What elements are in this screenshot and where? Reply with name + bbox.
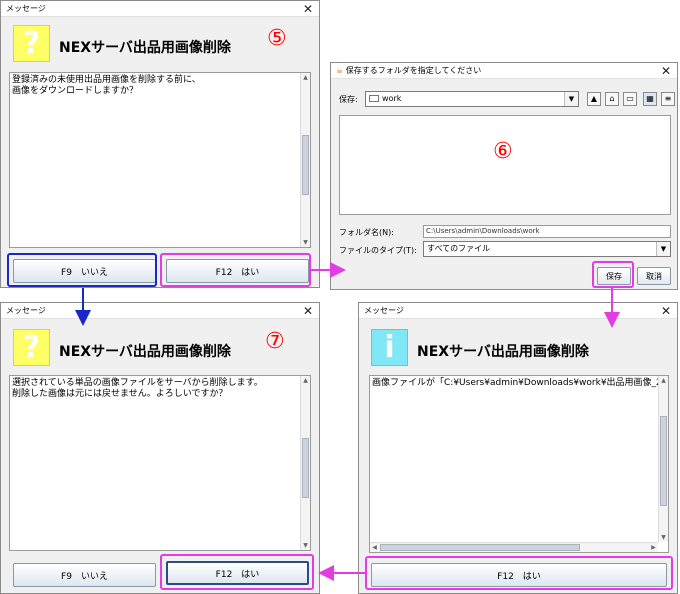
java-icon: ☕: [336, 66, 344, 75]
question-icon: ?: [13, 329, 50, 366]
chevron-down-icon[interactable]: ▼: [656, 242, 670, 256]
window-title: メッセージ: [6, 4, 46, 13]
folder-list-area[interactable]: [339, 115, 671, 215]
list-view-icon[interactable]: ▦: [643, 92, 657, 106]
info-icon: i: [371, 329, 408, 366]
close-icon[interactable]: ✕: [301, 303, 315, 319]
message-text: 選択されている単品の画像ファイルをサーバから削除します。 削除した画像は元には戻…: [12, 378, 263, 399]
save-in-label: 保存:: [339, 95, 358, 104]
scroll-thumb[interactable]: [380, 544, 580, 551]
scroll-down-icon[interactable]: ▼: [659, 533, 668, 542]
no-button-highlight: [7, 253, 157, 287]
window-title: ☕ 保存するフォルダを指定してください: [336, 65, 481, 76]
dialog-heading: NEXサーバ出品用画像削除: [417, 344, 589, 360]
step-number: ⑦: [265, 329, 285, 354]
message-dialog-delete-confirm: メッセージ ✕ ? NEXサーバ出品用画像削除 ⑦ 選択されている単品の画像ファ…: [0, 302, 320, 594]
message-text: 登録済みの未使用出品用画像を削除する前に、 画像をダウンロードしますか？: [12, 75, 201, 96]
window-title-text: 保存するフォルダを指定してください: [345, 66, 482, 75]
details-view-icon[interactable]: ≡: [661, 92, 675, 106]
close-icon[interactable]: ✕: [301, 1, 315, 17]
vertical-scrollbar[interactable]: ▲ ▼: [300, 376, 310, 550]
scroll-down-icon[interactable]: ▼: [301, 238, 310, 247]
scroll-up-icon[interactable]: ▲: [301, 376, 310, 385]
scroll-thumb[interactable]: [660, 416, 667, 506]
no-button[interactable]: F9 いいえ: [13, 563, 156, 587]
message-area: 登録済みの未使用出品用画像を削除する前に、 画像をダウンロードしますか？ ▲ ▼: [9, 72, 311, 248]
horizontal-scrollbar[interactable]: ◀ ▶: [370, 542, 658, 552]
save-in-select[interactable]: work ▼: [365, 91, 579, 107]
vertical-scrollbar[interactable]: ▲ ▼: [300, 73, 310, 247]
window-title: メッセージ: [364, 306, 404, 315]
save-button-highlight: [592, 261, 634, 288]
file-type-select[interactable]: すべてのファイル ▼: [423, 241, 671, 257]
file-type-value: すべてのファイル: [427, 244, 491, 253]
message-area: 選択されている単品の画像ファイルをサーバから削除します。 削除した画像は元には戻…: [9, 375, 311, 551]
folder-name-label: フォルダ名(N):: [339, 228, 394, 237]
folder-icon: [369, 95, 379, 102]
scroll-thumb[interactable]: [302, 135, 309, 195]
message-dialog-info: メッセージ ✕ i NEXサーバ出品用画像削除 画像ファイルが「C:¥Users…: [358, 302, 678, 594]
title-bar: メッセージ ✕: [1, 303, 319, 319]
scroll-up-icon[interactable]: ▲: [301, 73, 310, 82]
home-icon[interactable]: ⌂: [605, 92, 619, 106]
close-icon[interactable]: ✕: [659, 63, 673, 79]
cancel-button[interactable]: 取消: [637, 267, 671, 285]
title-bar: メッセージ ✕: [1, 1, 319, 17]
scroll-up-icon[interactable]: ▲: [659, 376, 668, 385]
question-icon: ?: [13, 25, 50, 62]
vertical-scrollbar[interactable]: ▲ ▼: [658, 376, 668, 542]
close-icon[interactable]: ✕: [659, 303, 673, 319]
title-bar: メッセージ ✕: [359, 303, 677, 319]
save-folder-dialog: ☕ 保存するフォルダを指定してください ✕ 保存: work ▼ ▲ ⌂ ▭ ▦…: [330, 62, 678, 290]
scroll-right-icon[interactable]: ▶: [649, 543, 658, 552]
step-number: ⑤: [267, 26, 287, 51]
message-dialog-download: メッセージ ✕ ? NEXサーバ出品用画像削除 ⑤ 登録済みの未使用出品用画像を…: [0, 0, 320, 288]
dialog-heading: NEXサーバ出品用画像削除: [59, 344, 231, 360]
dialog-heading: NEXサーバ出品用画像削除: [59, 40, 231, 56]
scroll-left-icon[interactable]: ◀: [370, 543, 379, 552]
message-text: 画像ファイルが「C:¥Users¥admin¥Downloads¥work¥出品…: [372, 378, 669, 388]
yes-button-highlight: [160, 554, 314, 590]
yes-button-highlight: [160, 253, 311, 287]
window-title: メッセージ: [6, 306, 46, 315]
chevron-down-icon[interactable]: ▼: [564, 92, 578, 106]
title-bar: ☕ 保存するフォルダを指定してください ✕: [331, 63, 677, 79]
file-type-label: ファイルのタイプ(T):: [339, 246, 417, 255]
up-folder-icon[interactable]: ▲: [587, 92, 601, 106]
scroll-thumb[interactable]: [302, 438, 309, 498]
save-in-value: work: [382, 94, 402, 103]
scroll-down-icon[interactable]: ▼: [301, 541, 310, 550]
step-number: ⑥: [493, 139, 513, 164]
message-area: 画像ファイルが「C:¥Users¥admin¥Downloads¥work¥出品…: [369, 375, 669, 553]
new-folder-icon[interactable]: ▭: [623, 92, 637, 106]
folder-name-input[interactable]: C:\Users\admin\Downloads\work: [423, 225, 671, 238]
ok-button-highlight: [365, 556, 673, 590]
